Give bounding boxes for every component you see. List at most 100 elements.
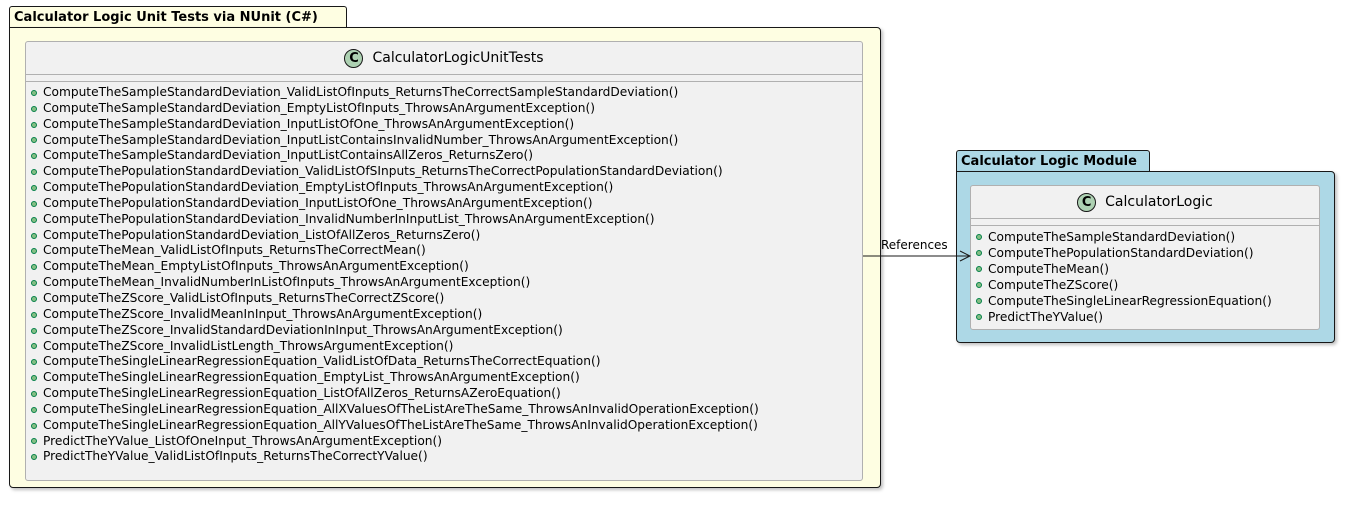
package-module-title: Calculator Logic Module xyxy=(956,150,1150,172)
public-method-icon xyxy=(976,234,982,240)
public-method-icon xyxy=(31,248,37,255)
method-item: ComputeTheSingleLinearRegressionEquation… xyxy=(31,418,862,434)
public-method-icon xyxy=(31,438,37,445)
method-name: ComputeTheSampleStandardDeviation_InputL… xyxy=(43,116,575,131)
public-method-icon xyxy=(31,184,37,191)
method-name: ComputeTheSampleStandardDeviation_EmptyL… xyxy=(43,100,595,115)
public-method-icon xyxy=(31,137,37,144)
method-name: ComputeTheSingleLinearRegressionEquation… xyxy=(43,401,759,416)
public-method-icon xyxy=(31,454,37,461)
method-name: ComputeTheSingleLinearRegressionEquation… xyxy=(43,417,758,432)
method-name: ComputeTheZScore_InvalidMeanInInput_Thro… xyxy=(43,306,483,321)
method-item: ComputeThePopulationStandardDeviation_Em… xyxy=(31,180,862,196)
method-item: ComputeTheZScore_InvalidMeanInInput_Thro… xyxy=(31,307,862,323)
method-name: ComputeThePopulationStandardDeviation_Em… xyxy=(43,180,614,195)
public-method-icon xyxy=(31,216,37,223)
method-item: ComputeTheSingleLinearRegressionEquation… xyxy=(31,402,862,418)
public-method-icon xyxy=(976,282,982,288)
method-item: PredictTheYValue() xyxy=(976,309,1319,325)
method-item: ComputeTheMean_ValidListOfInputs_Returns… xyxy=(31,243,862,259)
method-name: ComputeTheSampleStandardDeviation_InputL… xyxy=(43,148,533,163)
method-name: ComputeTheSampleStandardDeviation_ValidL… xyxy=(43,85,679,99)
method-name: ComputeTheMean_InvalidNumberInListOfInpu… xyxy=(43,275,531,290)
method-item: ComputeTheSampleStandardDeviation() xyxy=(976,229,1319,245)
method-item: ComputeThePopulationStandardDeviation_Va… xyxy=(31,164,862,180)
public-method-icon xyxy=(31,327,37,334)
method-name: ComputeTheZScore_InvalidStandardDeviatio… xyxy=(43,322,563,337)
method-item: ComputeTheMean_EmptyListOfInputs_ThrowsA… xyxy=(31,259,862,275)
method-name: ComputeThePopulationStandardDeviation_Li… xyxy=(43,227,481,242)
method-name: PredictTheYValue_ValidListOfInputs_Retur… xyxy=(43,449,428,464)
class-header: C CalculatorLogicUnitTests xyxy=(26,42,862,75)
method-name: ComputeTheSingleLinearRegressionEquation… xyxy=(43,386,561,401)
method-item: ComputeTheSampleStandardDeviation_ValidL… xyxy=(31,85,862,101)
public-method-icon xyxy=(31,359,37,366)
public-method-icon xyxy=(31,390,37,397)
class-header: C CalculatorLogic xyxy=(971,186,1319,219)
method-item: ComputeTheSampleStandardDeviation_InputL… xyxy=(31,148,862,164)
method-item: ComputeTheMean_InvalidNumberInListOfInpu… xyxy=(31,275,862,291)
method-name: ComputeTheSampleStandardDeviation() xyxy=(988,230,1236,244)
method-item: ComputeThePopulationStandardDeviation_In… xyxy=(31,196,862,212)
method-name: ComputeTheSampleStandardDeviation_InputL… xyxy=(43,132,679,147)
public-method-icon xyxy=(31,311,37,318)
class-calculator-logic[interactable]: C CalculatorLogic ComputeTheSampleStanda… xyxy=(970,185,1320,330)
method-name: ComputeTheSingleLinearRegressionEquation… xyxy=(43,370,580,385)
public-method-icon xyxy=(31,200,37,207)
class-stereotype-icon: C xyxy=(1077,192,1097,212)
public-method-icon xyxy=(31,121,37,128)
package-unit-tests: Calculator Logic Unit Tests via NUnit (C… xyxy=(9,6,881,490)
method-item: ComputeThePopulationStandardDeviation_Li… xyxy=(31,228,862,244)
package-unit-tests-title: Calculator Logic Unit Tests via NUnit (C… xyxy=(9,6,347,28)
fields-compartment xyxy=(971,219,1319,226)
method-item: PredictTheYValue_ListOfOneInput_ThrowsAn… xyxy=(31,434,862,450)
public-method-icon xyxy=(31,280,37,287)
method-item: ComputeTheMean() xyxy=(976,261,1319,277)
method-item: ComputeTheSingleLinearRegressionEquation… xyxy=(31,354,862,370)
public-method-icon xyxy=(976,314,982,320)
class-stereotype-icon: C xyxy=(344,48,364,68)
method-item: ComputeTheZScore() xyxy=(976,277,1319,293)
public-method-icon xyxy=(31,232,37,239)
public-method-icon xyxy=(31,264,37,271)
method-name: PredictTheYValue_ListOfOneInput_ThrowsAn… xyxy=(43,433,443,448)
method-name: ComputeThePopulationStandardDeviation_In… xyxy=(43,211,655,226)
method-item: ComputeTheSampleStandardDeviation_InputL… xyxy=(31,133,862,149)
public-method-icon xyxy=(976,266,982,272)
method-name: ComputeTheZScore() xyxy=(988,278,1119,292)
method-item: ComputeTheSingleLinearRegressionEquation… xyxy=(31,370,862,386)
method-name: ComputeTheMean_EmptyListOfInputs_ThrowsA… xyxy=(43,259,469,274)
relation-label: References xyxy=(881,238,948,252)
method-name: ComputeThePopulationStandardDeviation_In… xyxy=(43,195,593,210)
method-item: ComputeThePopulationStandardDeviation() xyxy=(976,245,1319,261)
method-item: ComputeTheSampleStandardDeviation_InputL… xyxy=(31,117,862,133)
public-method-icon xyxy=(31,89,37,96)
package-calculator-logic-module: Calculator Logic Module C CalculatorLogi… xyxy=(956,150,1335,344)
method-name: ComputeTheMean() xyxy=(988,262,1109,276)
public-method-icon xyxy=(976,250,982,256)
public-method-icon xyxy=(31,169,37,176)
method-name: ComputeTheZScore_ValidListOfInputs_Retur… xyxy=(43,290,445,305)
public-method-icon xyxy=(31,406,37,413)
method-name: ComputeTheSingleLinearRegressionEquation… xyxy=(43,354,601,369)
class-name: CalculatorLogicUnitTests xyxy=(372,50,544,66)
method-item: ComputeTheSingleLinearRegressionEquation… xyxy=(31,386,862,402)
public-method-icon xyxy=(31,422,37,429)
method-name: ComputeTheSingleLinearRegressionEquation… xyxy=(988,294,1272,308)
methods-compartment: ComputeTheSampleStandardDeviation_ValidL… xyxy=(26,82,862,465)
fields-compartment xyxy=(26,75,862,82)
method-name: ComputeThePopulationStandardDeviation() xyxy=(988,246,1254,260)
methods-compartment: ComputeTheSampleStandardDeviation() Compu… xyxy=(971,226,1319,325)
class-calculator-logic-unit-tests[interactable]: C CalculatorLogicUnitTests ComputeTheSam… xyxy=(25,41,863,481)
public-method-icon xyxy=(31,343,37,350)
method-item: ComputeTheZScore_InvalidListLength_Throw… xyxy=(31,339,862,355)
method-item: ComputeTheSingleLinearRegressionEquation… xyxy=(976,293,1319,309)
method-item: ComputeThePopulationStandardDeviation_In… xyxy=(31,212,862,228)
public-method-icon xyxy=(31,375,37,382)
method-item: ComputeTheSampleStandardDeviation_EmptyL… xyxy=(31,101,862,117)
method-name: ComputeTheMean_ValidListOfInputs_Returns… xyxy=(43,243,426,258)
class-name: CalculatorLogic xyxy=(1105,194,1213,210)
method-item: ComputeTheZScore_InvalidStandardDeviatio… xyxy=(31,323,862,339)
public-method-icon xyxy=(31,295,37,302)
public-method-icon xyxy=(31,105,37,112)
